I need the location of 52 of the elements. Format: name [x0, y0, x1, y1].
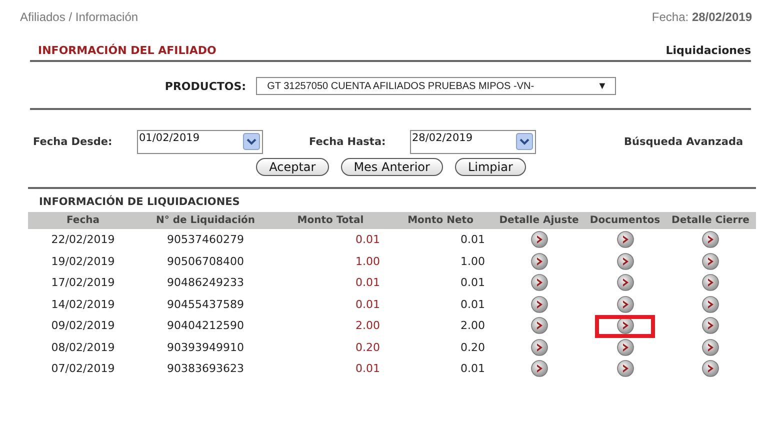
table-cell-text: 0.01 — [460, 232, 486, 248]
table-cell-text: 0.01 — [354, 275, 381, 292]
column-header: Documentos — [585, 212, 665, 229]
table-cell-text: 0.01 — [460, 361, 486, 378]
table-cell-text: 0.01 — [460, 275, 486, 292]
table-cell-text: 90383693623 — [166, 361, 245, 378]
dropdown-icon[interactable] — [516, 133, 533, 150]
products-label: PRODUCTOS: — [164, 80, 246, 92]
table-cell-text: 1.00 — [354, 254, 381, 270]
date-to-field[interactable]: 28/02/2019 — [410, 130, 536, 154]
table-cell-text: 0.01 — [460, 296, 486, 313]
column-header: Monto Neto — [388, 212, 493, 229]
table-cell-text: 90455437589 — [166, 296, 245, 313]
table-cell-text: 09/02/2019 — [50, 318, 116, 334]
dropdown-icon[interactable] — [243, 133, 260, 150]
table-cell-text: 22/02/2019 — [50, 232, 116, 248]
date-to-label: Fecha Hasta: — [309, 136, 387, 148]
table-cell-text: 1.00 — [460, 254, 486, 270]
table-cell-text: 08/02/2019 — [50, 340, 116, 356]
table-cell-text: 90393949910 — [166, 340, 245, 356]
column-header: Detalle Ajuste — [493, 212, 585, 229]
table-cell-text: 14/02/2019 — [50, 296, 116, 313]
column-header: Fecha — [28, 212, 138, 229]
table-cell-text: 90537460279 — [166, 232, 245, 248]
advanced-search-link[interactable]: Búsqueda Avanzada — [538, 136, 776, 148]
table-cell-text: 0.01 — [354, 361, 381, 378]
table-cell-text: 07/02/2019 — [50, 361, 116, 378]
table-cell-text: 19/02/2019 — [50, 254, 116, 270]
table-cell-text: 2.00 — [460, 318, 486, 334]
section-title: INFORMACIÓN DEL AFILIADO — [38, 44, 216, 57]
breadcrumb: Afiliados / Información — [20, 10, 138, 24]
action-button[interactable]: Mes Anterior — [340, 158, 443, 176]
action-button[interactable]: Limpiar — [454, 158, 526, 176]
table-cell-text: 0.20 — [460, 340, 486, 356]
table-cell-text: 0.20 — [354, 340, 381, 356]
products-dropdown[interactable]: GT 31257050 CUENTA AFILIADOS PRUEBAS MIPOS -VN- ▼ — [256, 77, 616, 95]
table-title: INFORMACIÓN DE LIQUIDACIONES — [38, 194, 241, 210]
column-header: N° de Liquidación — [138, 212, 273, 229]
table-cell-text: 2.00 — [354, 318, 381, 334]
table-cell-text: 90506708400 — [166, 254, 245, 270]
date-label: Fecha: 28/02/2019 — [652, 10, 752, 24]
column-header: Detalle Cierre — [665, 212, 756, 229]
date-from-label: Fecha Desde: — [33, 136, 114, 148]
table-cell-text: 90486249233 — [166, 275, 245, 292]
action-button[interactable]: Aceptar — [256, 158, 329, 176]
column-header: Monto Total — [273, 212, 388, 229]
table-cell-text: 17/02/2019 — [50, 275, 116, 292]
table-cell-text: 90404212590 — [166, 318, 245, 334]
section-link[interactable]: Liquidaciones — [666, 44, 751, 57]
table-cell-text: 0.01 — [354, 296, 381, 313]
table-cell-text: 0.01 — [354, 232, 381, 248]
date-from-field[interactable]: 01/02/2019 — [137, 130, 263, 154]
